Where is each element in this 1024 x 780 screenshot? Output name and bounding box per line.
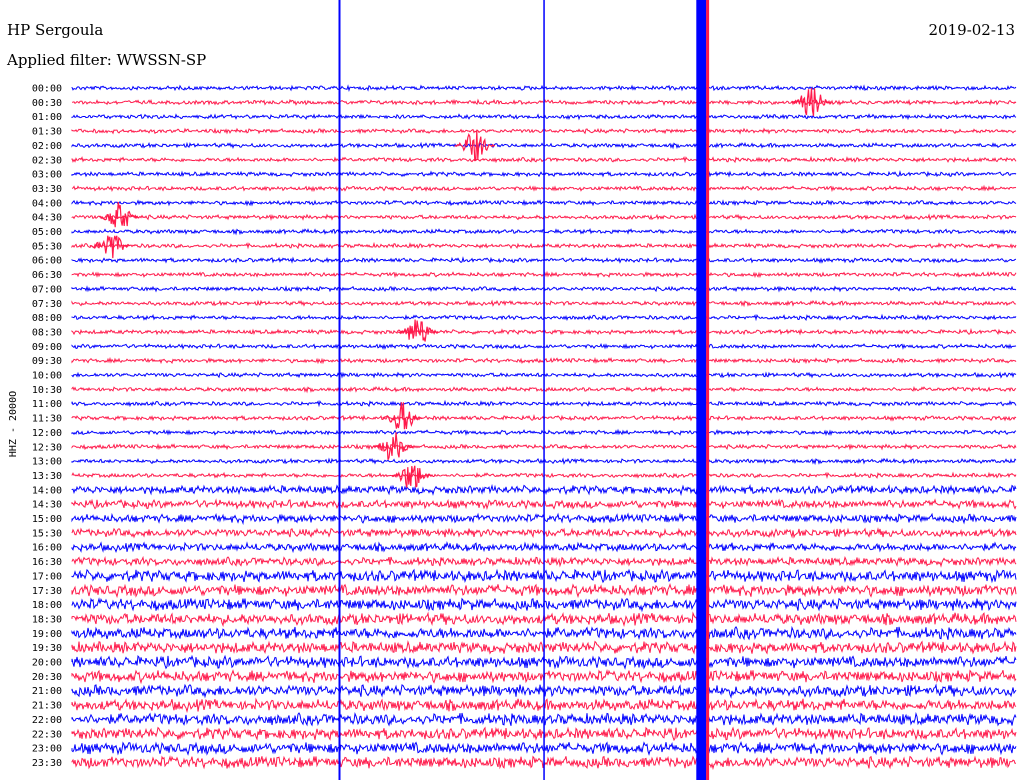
spike-column [696, 0, 707, 780]
hour-tick-label: 10:30 [32, 385, 62, 396]
hour-tick-label: 22:30 [32, 729, 62, 740]
hour-tick-label: 03:00 [32, 170, 62, 181]
hour-tick-label: 10:00 [32, 371, 62, 382]
hour-tick-label: 00:00 [32, 84, 62, 95]
hour-tick-label: 19:00 [32, 629, 62, 640]
hour-tick-label: 14:30 [32, 500, 62, 511]
hour-tick-label: 15:00 [32, 514, 62, 525]
hour-tick-label: 12:00 [32, 428, 62, 439]
hour-tick-label: 23:30 [32, 758, 62, 769]
hour-tick-label: 06:30 [32, 270, 62, 281]
hour-tick-label: 21:00 [32, 686, 62, 697]
event-burst [98, 201, 140, 228]
hour-tick-label: 23:00 [32, 744, 62, 755]
hour-tick-label: 05:00 [32, 227, 62, 238]
hour-tick-label: 07:30 [32, 299, 62, 310]
hour-tick-label: 08:00 [32, 313, 62, 324]
hour-tick-label: 22:00 [32, 715, 62, 726]
hour-tick-label: 07:00 [32, 284, 62, 295]
event-burst [89, 235, 130, 259]
hour-tick-label: 09:30 [32, 356, 62, 367]
y-axis-label: HHZ - 2000O [8, 391, 19, 457]
spike-column [706, 0, 710, 780]
hour-tick-label: 02:30 [32, 155, 62, 166]
hour-tick-label: 18:00 [32, 600, 62, 611]
hour-tick-label: 15:30 [32, 528, 62, 539]
hour-tick-label: 16:30 [32, 557, 62, 568]
hour-tick-label: 18:30 [32, 614, 62, 625]
hour-tick-label: 19:30 [32, 643, 62, 654]
hour-tick-label: 13:30 [32, 471, 62, 482]
hour-tick-label: 21:30 [32, 701, 62, 712]
hour-tick-label: 00:30 [32, 98, 62, 109]
spike-column [543, 0, 545, 780]
hour-tick-label: 13:00 [32, 457, 62, 468]
hour-tick-label: 12:30 [32, 442, 62, 453]
hour-tick-label: 06:00 [32, 256, 62, 267]
hour-tick-label: 09:00 [32, 342, 62, 353]
hour-tick-label: 20:30 [32, 672, 62, 683]
event-burst [382, 402, 423, 430]
hour-tick-label: 16:00 [32, 543, 62, 554]
hour-tick-label: 03:30 [32, 184, 62, 195]
hour-tick-label: 01:00 [32, 112, 62, 123]
hour-tick-label: 04:00 [32, 198, 62, 209]
hour-tick-label: 05:30 [32, 241, 62, 252]
spike-column [338, 0, 341, 780]
hour-tick-label: 20:00 [32, 658, 62, 669]
hour-tick-label: 01:30 [32, 127, 62, 138]
event-burst [391, 465, 433, 488]
hour-tick-label: 04:30 [32, 213, 62, 224]
hour-tick-label: 02:00 [32, 141, 62, 152]
tick-label-layer: 00:00 00:30 01:00 01:30 02:00 02:30 03:00 03:30… [32, 84, 62, 769]
hour-tick-label: 14:00 [32, 485, 62, 496]
hour-tick-label: 11:00 [32, 399, 62, 410]
helicorder-plot: 00:00 00:30 01:00 01:30 02:00 02:30 03:00 03:30… [8, 0, 1017, 780]
hour-tick-label: 17:00 [32, 571, 62, 582]
hour-tick-label: 17:30 [32, 586, 62, 597]
hour-tick-label: 08:30 [32, 327, 62, 338]
hour-tick-label: 11:30 [32, 414, 62, 425]
